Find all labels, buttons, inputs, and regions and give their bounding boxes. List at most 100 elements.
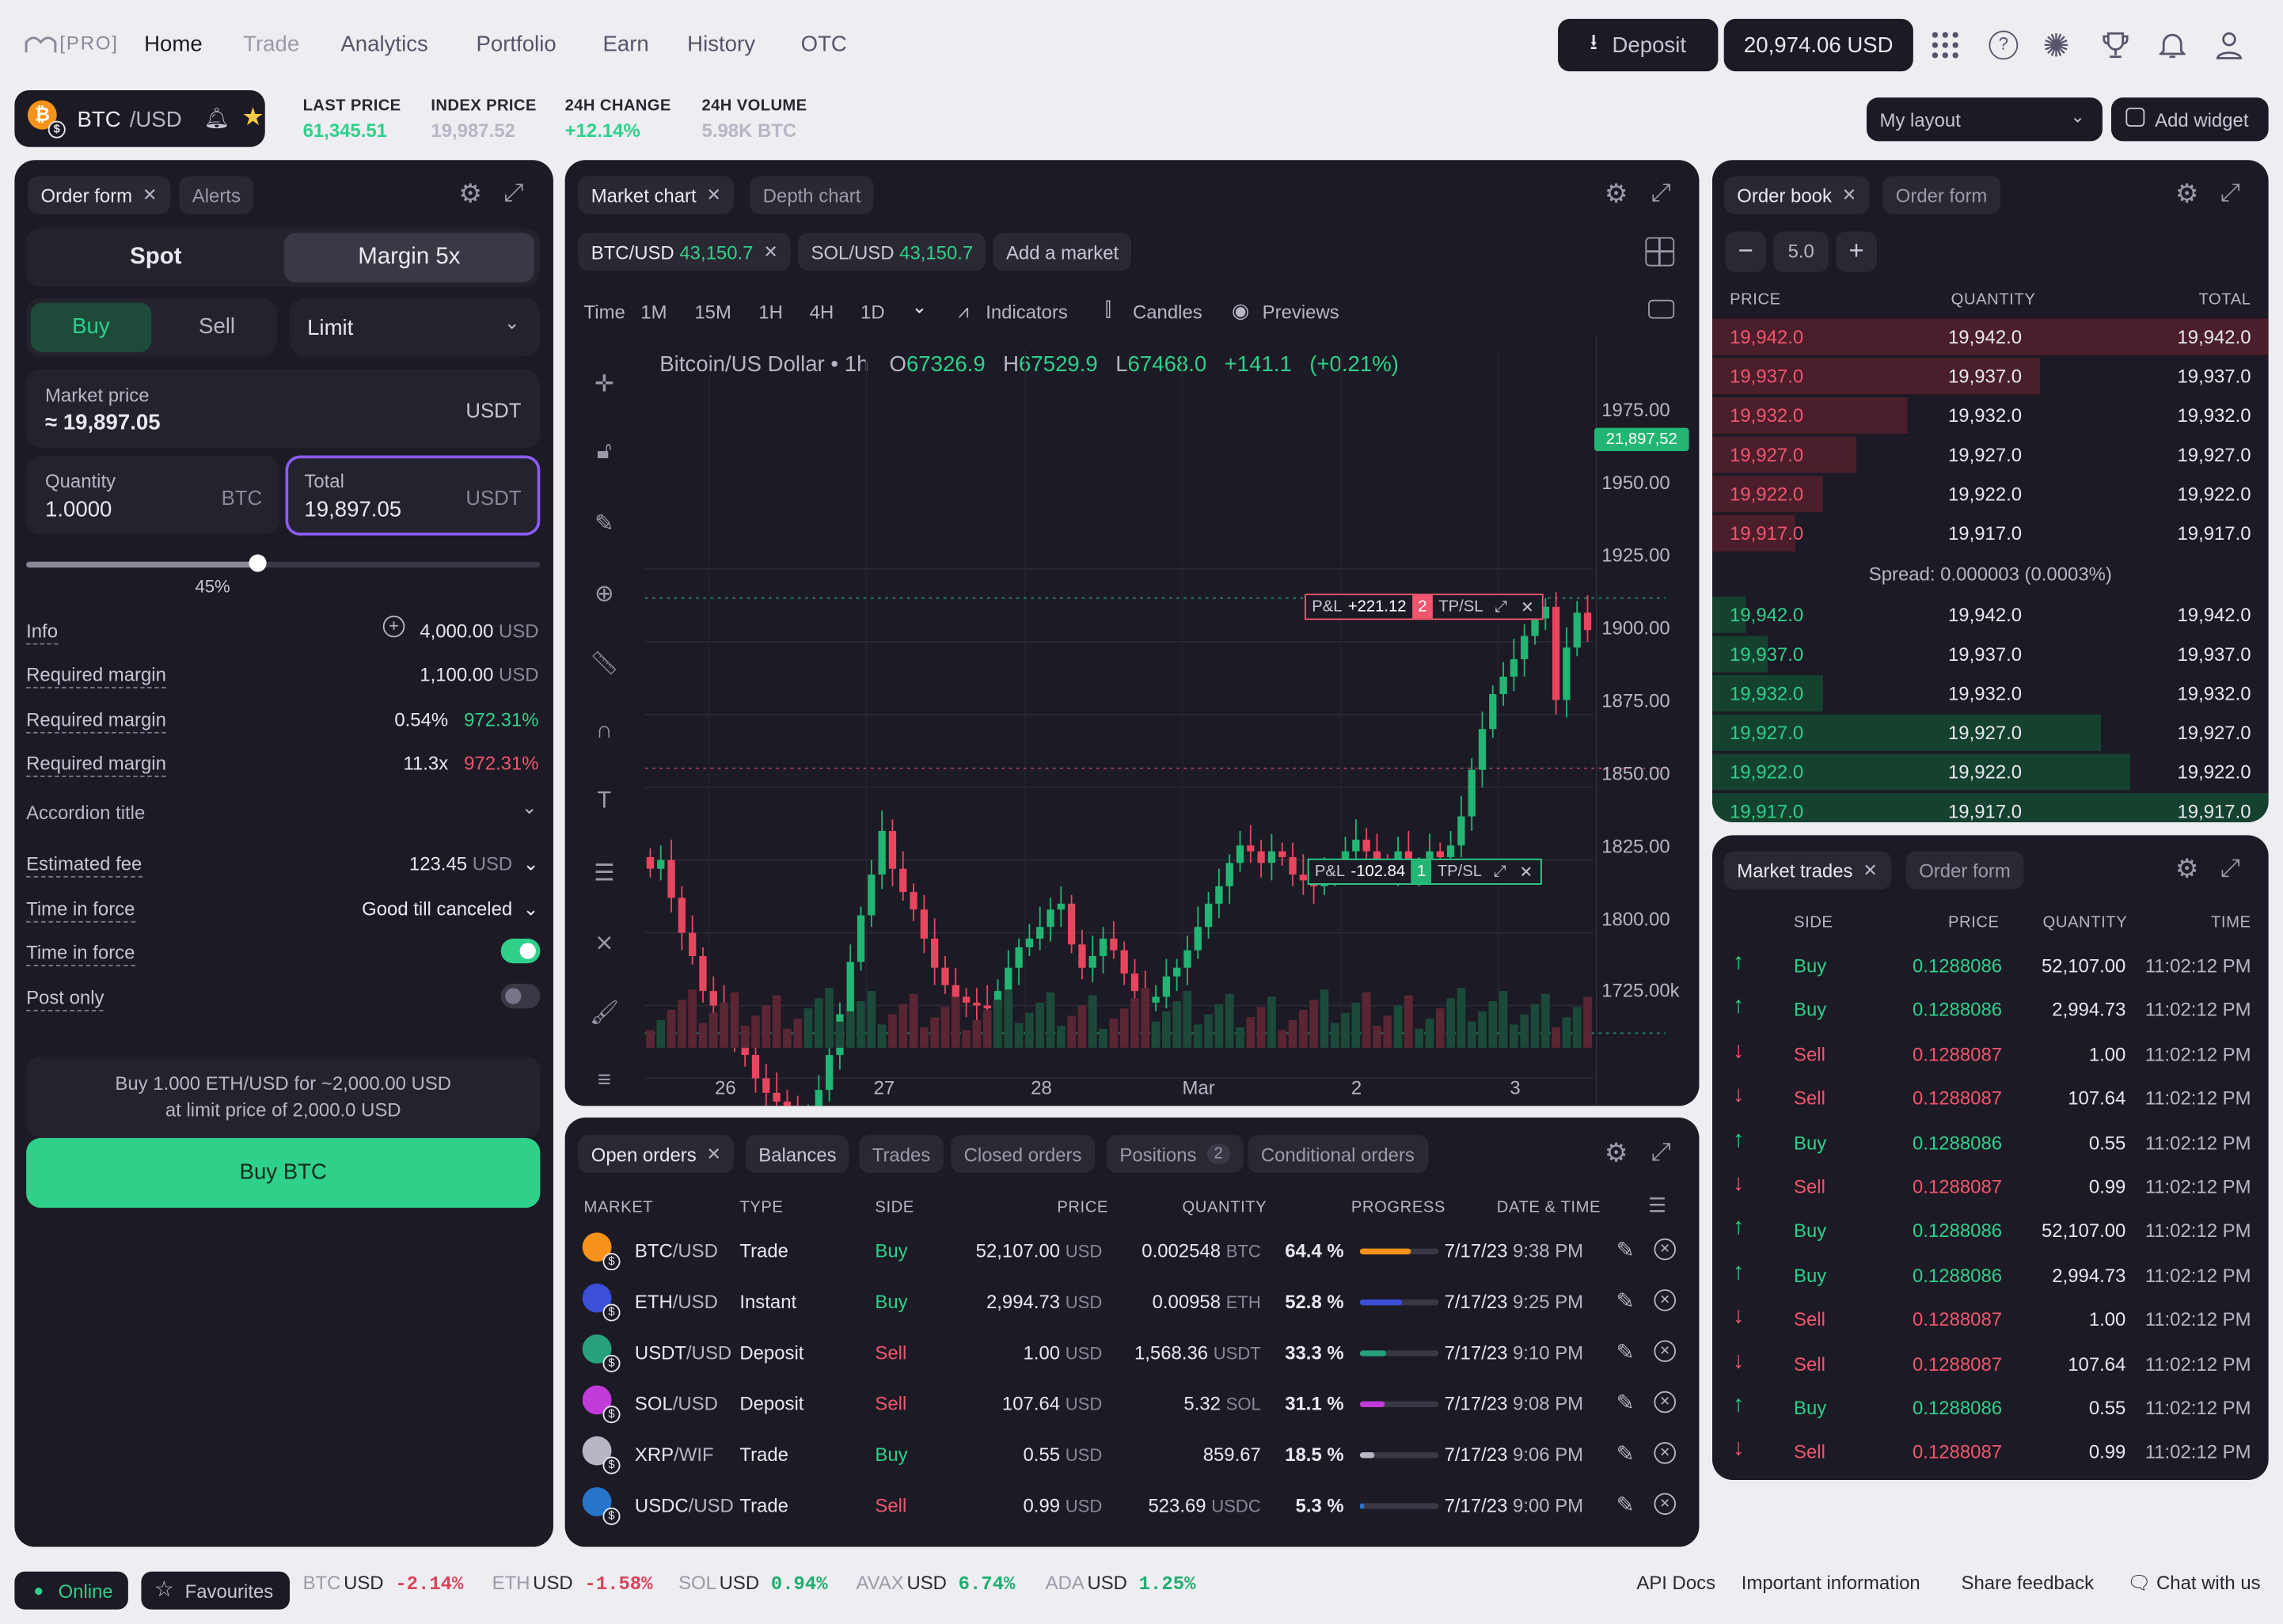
step-decrease-button[interactable]: − <box>1725 231 1767 272</box>
settings-icon[interactable]: ⚙ <box>2175 180 2199 207</box>
tab-order-form[interactable]: Order form <box>1905 851 2024 890</box>
settings-icon[interactable]: ⚙ <box>2175 856 2199 882</box>
logo[interactable]: [PRO] <box>25 32 118 54</box>
order-book-row[interactable]: 19,942.0 19,942.0 19,942.0 <box>1712 317 2269 357</box>
footer-ticker[interactable]: SOL USD 0.94% <box>678 1572 827 1595</box>
order-type-select[interactable]: Limit ⌄ <box>290 298 541 357</box>
alert-bell-icon[interactable]: 🔔︎ <box>204 106 230 131</box>
step-increase-button[interactable]: + <box>1836 231 1877 272</box>
mode-margin[interactable]: Margin 5x <box>283 233 535 283</box>
cancel-icon[interactable]: ✕ <box>1654 1238 1677 1261</box>
balance-button[interactable]: 20,974.06 USD <box>1723 18 1913 72</box>
magnet-icon[interactable]: ∩ <box>583 719 626 745</box>
side-sell[interactable]: Sell <box>163 302 271 352</box>
apps-grid-icon[interactable] <box>1932 32 1958 59</box>
settings-icon[interactable]: ⚙ <box>458 180 482 207</box>
cancel-icon[interactable]: ✕ <box>1654 1391 1677 1413</box>
order-book-row[interactable]: 19,922.0 19,922.0 19,922.0 <box>1712 474 2269 514</box>
online-status[interactable]: Online <box>14 1571 128 1610</box>
previews-button[interactable]: Previews <box>1263 302 1339 324</box>
deposit-button[interactable]: ⭳ Deposit <box>1558 18 1719 72</box>
order-book-row[interactable]: 19,927.0 19,927.0 19,927.0 <box>1712 713 2269 753</box>
accordion-header[interactable]: Accordion title ⌄ <box>26 796 540 829</box>
cancel-icon[interactable]: ✕ <box>1654 1289 1677 1311</box>
expand-icon[interactable]: ⤢ <box>503 180 523 205</box>
tab-open-orders[interactable]: Open orders ✕ <box>578 1135 735 1173</box>
cancel-icon[interactable]: ✕ <box>1654 1340 1677 1363</box>
mode-spot[interactable]: Spot <box>26 229 285 287</box>
footer-ticker[interactable]: ADA USD 1.25% <box>1046 1572 1196 1595</box>
table-row[interactable]: $ ETH/USD Instant Buy 2,994.73 USD 0.00958 ET… <box>565 1277 1698 1328</box>
tab-closed-orders[interactable]: Closed orders <box>951 1135 1096 1173</box>
interval-1h[interactable]: 1H <box>758 302 783 324</box>
buy-btc-button[interactable]: Buy BTC <box>26 1137 541 1209</box>
settings-icon[interactable]: ⚙ <box>1605 180 1628 207</box>
order-book-row[interactable]: 19,922.0 19,922.0 19,922.0 <box>1712 753 2269 792</box>
clear-filter-icon[interactable]: ☰ <box>1648 1193 1666 1216</box>
cancel-icon[interactable]: ✕ <box>1654 1493 1677 1516</box>
nav-history[interactable]: History <box>687 32 755 56</box>
candlestick-chart[interactable] <box>638 335 1700 1106</box>
interval-15m[interactable]: 15M <box>694 302 731 324</box>
tab-market-trades[interactable]: Market trades ✕ <box>1723 851 1891 890</box>
layers-icon[interactable]: ≡ <box>583 1068 626 1095</box>
footer-ticker[interactable]: BTC USD -2.14% <box>303 1572 464 1595</box>
edit-icon[interactable]: ✎ <box>1616 1390 1635 1416</box>
tab-order-form[interactable]: Order form <box>1882 176 2000 214</box>
tab-trades[interactable]: Trades <box>859 1135 944 1173</box>
nav-trade[interactable]: Trade <box>243 32 299 56</box>
order-book-row[interactable]: 19,942.0 19,942.0 19,942.0 <box>1712 595 2269 635</box>
expand-icon[interactable]: ⤢ <box>1651 1140 1671 1164</box>
pnl-marker-1[interactable]: P&L +221.12 2 TP/SL ⤢ ✕ <box>1305 594 1543 620</box>
tab-positions[interactable]: Positions 2 <box>1106 1135 1244 1173</box>
favourite-star-icon[interactable]: ★ <box>241 104 264 133</box>
lock-icon[interactable]: 🔓︎ <box>583 439 626 465</box>
market-btc-usd[interactable]: BTC/USD 43,150.7 ✕ <box>578 233 792 271</box>
cancel-icon[interactable]: ✕ <box>1654 1442 1677 1464</box>
zoom-in-icon[interactable]: ⊕ <box>583 579 626 609</box>
api-docs-link[interactable]: API Docs <box>1636 1572 1715 1594</box>
add-market-button[interactable]: Add a market <box>993 233 1132 271</box>
settings-icon[interactable]: ⚙ <box>1605 1140 1628 1166</box>
pnl-marker-2[interactable]: P&L -102.84 1 TP/SL ⤢ ✕ <box>1307 858 1542 885</box>
order-book-row[interactable]: 19,917.0 19,917.0 19,917.0 <box>1712 791 2269 822</box>
trophy-icon[interactable] <box>2103 31 2129 60</box>
share-feedback-link[interactable]: Share feedback <box>1962 1572 2095 1594</box>
bell-icon[interactable] <box>2158 31 2187 67</box>
order-book-row[interactable]: 19,932.0 19,932.0 19,932.0 <box>1712 396 2269 435</box>
edit-icon[interactable]: ✎ <box>1616 1440 1635 1467</box>
order-book-row[interactable]: 19,932.0 19,932.0 19,932.0 <box>1712 674 2269 713</box>
tab-order-form[interactable]: Order form ✕ <box>27 176 171 214</box>
tab-alerts[interactable]: Alerts <box>179 176 254 214</box>
help-icon[interactable]: ? <box>1989 30 2019 60</box>
add-widget-button[interactable]: Add widget <box>2110 97 2269 142</box>
important-info-link[interactable]: Important information <box>1742 1572 1920 1594</box>
text-tool-icon[interactable]: T <box>583 789 626 815</box>
brush-icon[interactable]: 🖌︎ <box>583 998 626 1027</box>
nav-home[interactable]: Home <box>144 32 203 56</box>
layout-select[interactable]: My layout ⌄ <box>1866 97 2103 142</box>
amount-slider[interactable] <box>26 554 541 572</box>
indicators-button[interactable]: Indicators <box>986 302 1068 324</box>
tab-depth-chart[interactable]: Depth chart <box>750 176 874 214</box>
pair-selector[interactable]: ₿ $ BTC /USD 🔔︎ ★ <box>14 89 265 147</box>
tab-market-chart[interactable]: Market chart ✕ <box>578 176 735 214</box>
edit-icon[interactable]: ✎ <box>1616 1339 1635 1364</box>
time-in-force-toggle[interactable] <box>500 938 541 964</box>
tab-order-book[interactable]: Order book ✕ <box>1723 176 1870 214</box>
chat-with-us-link[interactable]: Chat with us <box>2156 1572 2261 1594</box>
total-field[interactable]: Total 19,897.05 USDT <box>285 455 541 536</box>
nav-portfolio[interactable]: Portfolio <box>476 32 556 56</box>
table-row[interactable]: $ BTC/USD Trade Buy 52,107.00 USD 0.002548 BT… <box>565 1227 1698 1277</box>
pattern-tool-icon[interactable]: ⨯ <box>583 928 626 958</box>
ruler-icon[interactable]: 📏︎ <box>583 649 626 678</box>
table-row[interactable]: $ SOL/USD Deposit Sell 107.64 USD 5.32 SOL 31.… <box>565 1379 1698 1430</box>
favourites-button[interactable]: ☆ Favourites <box>141 1571 291 1610</box>
user-icon[interactable] <box>2216 31 2243 67</box>
edit-icon[interactable]: ✎ <box>1616 1288 1635 1314</box>
edit-icon[interactable]: ✎ <box>1616 1237 1635 1263</box>
expand-icon[interactable]: ⤢ <box>1651 180 1671 205</box>
chat-icon[interactable]: 🗨︎ <box>2127 1572 2151 1595</box>
sun-icon[interactable]: ✺ <box>2043 28 2070 66</box>
plus-circle-icon[interactable]: + <box>382 615 405 638</box>
